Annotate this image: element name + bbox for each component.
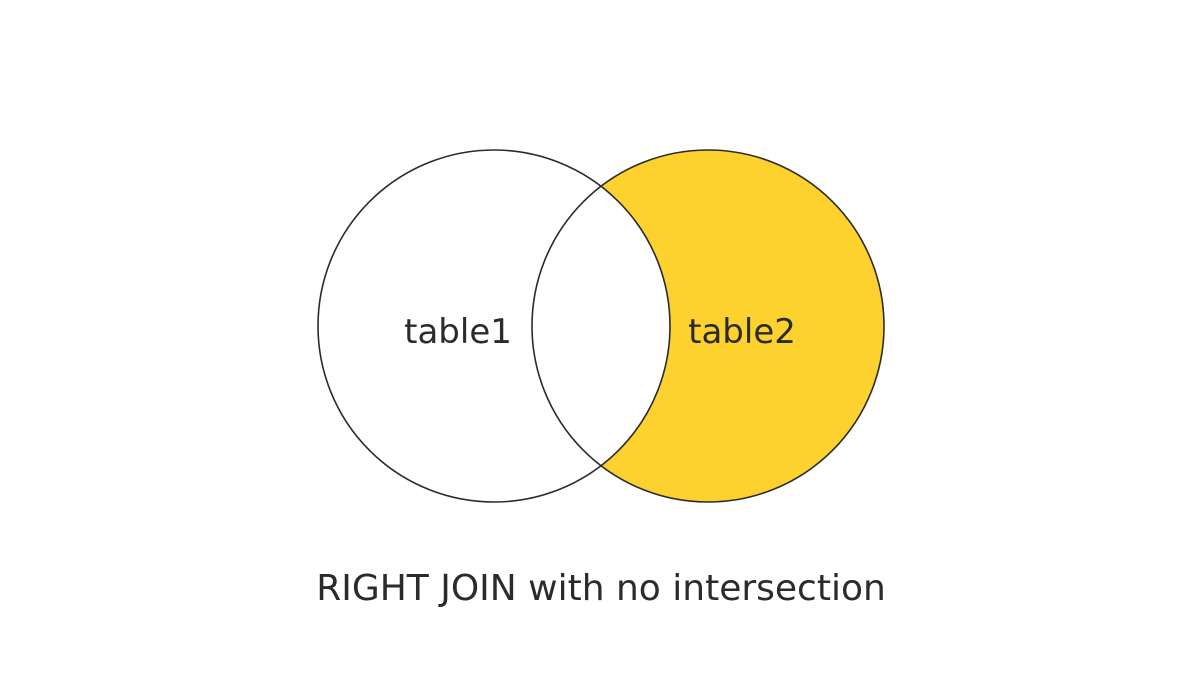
- table2-label: table2: [688, 312, 796, 352]
- venn-diagram-stage: table1 table2 RIGHT JOIN with no interse…: [0, 0, 1202, 680]
- table1-label: table1: [404, 312, 512, 352]
- diagram-caption: RIGHT JOIN with no intersection: [316, 568, 886, 609]
